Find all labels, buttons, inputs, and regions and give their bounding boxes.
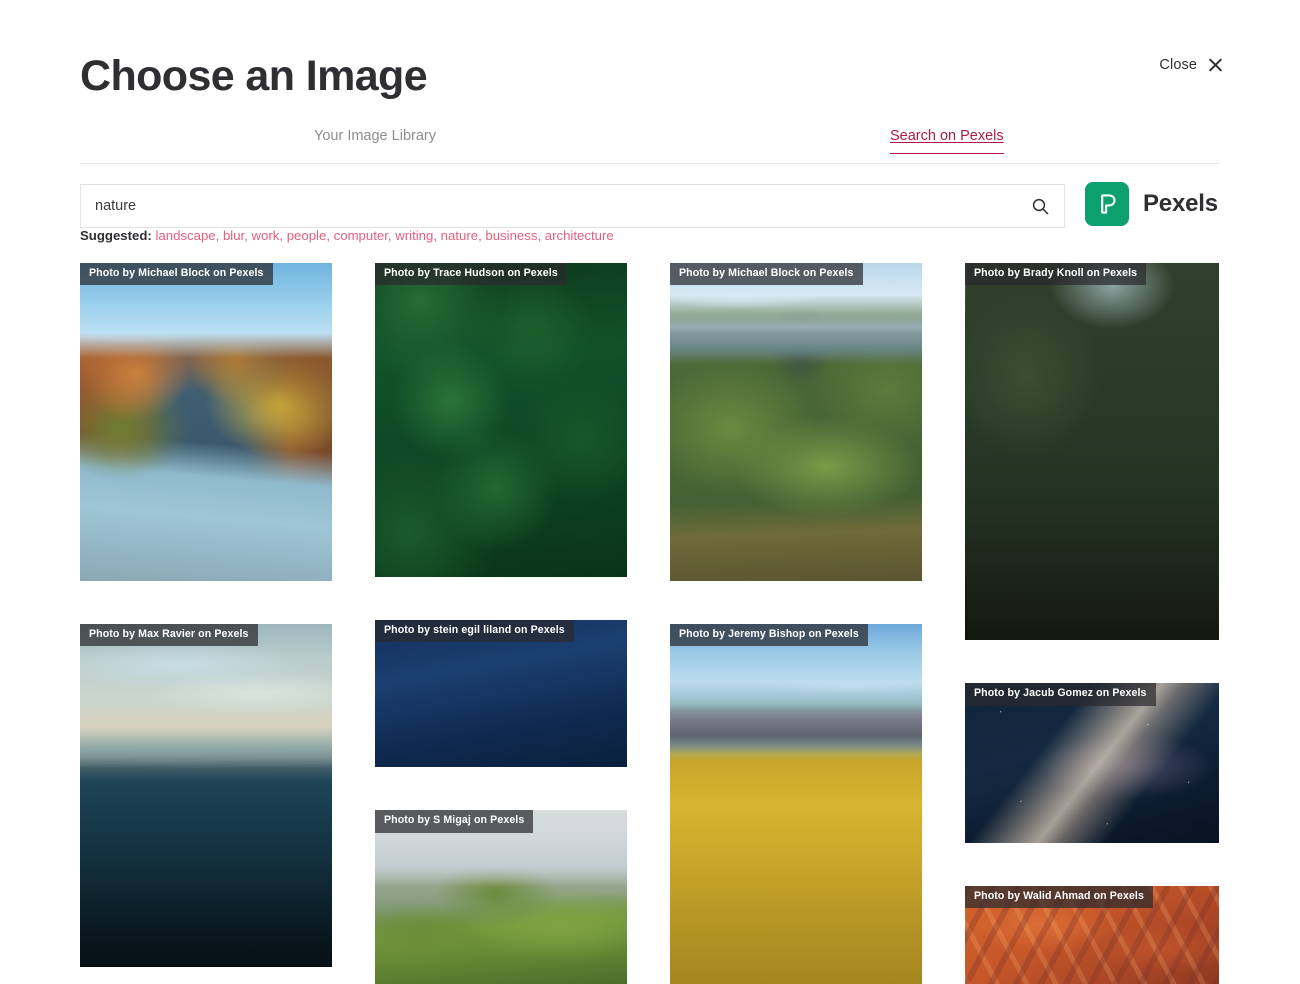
suggested-tag-landscape[interactable]: landscape: [155, 228, 215, 243]
pexels-brand-name: Pexels: [1143, 190, 1218, 217]
photo-credit: Photo by Brady Knoll on Pexels: [965, 263, 1147, 286]
search-row: Pexels: [80, 182, 1220, 230]
photo-thumbnail-forest-road: [375, 263, 627, 577]
suggested-tag-nature[interactable]: nature: [441, 228, 478, 243]
suggested-tag-people[interactable]: people: [287, 228, 327, 243]
photo-result[interactable]: Photo by Max Ravier on Pexels: [80, 624, 332, 967]
search-submit-button[interactable]: [1016, 185, 1064, 227]
suggested-separator: ,: [433, 228, 441, 243]
photo-credit: Photo by Trace Hudson on Pexels: [375, 263, 567, 286]
photo-credit: Photo by Michael Block on Pexels: [670, 263, 863, 286]
photo-credit: Photo by Jacub Gomez on Pexels: [965, 683, 1156, 706]
suggested-separator: ,: [244, 228, 252, 243]
photo-thumbnail-milky-way: [965, 683, 1219, 844]
suggested-tag-architecture[interactable]: architecture: [545, 228, 614, 243]
search-box[interactable]: [80, 184, 1065, 228]
suggested-tag-list: landscape, blur, work, people, computer,…: [155, 228, 613, 243]
photo-result[interactable]: Photo by Michael Block on Pexels: [670, 263, 922, 581]
results-column-1: Photo by Michael Block on Pexels Photo by…: [80, 263, 332, 984]
photo-thumbnail-highland-hiker: [670, 263, 922, 581]
suggested-tag-writing[interactable]: writing: [395, 228, 433, 243]
choose-image-modal: Choose an Image Close Your Image Library…: [0, 0, 1300, 984]
suggested-separator: ,: [537, 228, 545, 243]
photo-result[interactable]: Photo by Walid Ahmad on Pexels: [965, 886, 1219, 984]
photo-thumbnail-ocean-wave: [80, 624, 332, 967]
results-column-3: Photo by Michael Block on Pexels Photo by…: [670, 263, 922, 984]
photo-result[interactable]: Photo by Jeremy Bishop on Pexels: [670, 624, 922, 984]
photo-credit: Photo by Michael Block on Pexels: [80, 263, 273, 286]
photo-thumbnail-canyon-river: [80, 263, 332, 581]
photo-result[interactable]: Photo by Trace Hudson on Pexels: [375, 263, 627, 577]
close-icon: [1207, 56, 1224, 73]
tab-bar: Your Image Library Search on Pexels: [80, 128, 1220, 164]
pexels-brand: Pexels: [1085, 182, 1218, 226]
close-button-label: Close: [1159, 56, 1197, 73]
photo-result[interactable]: Photo by Jacub Gomez on Pexels: [965, 683, 1219, 844]
search-input[interactable]: [81, 185, 1016, 227]
suggested-tag-business[interactable]: business: [485, 228, 537, 243]
close-button[interactable]: Close: [1159, 56, 1224, 73]
suggested-tags: Suggested: landscape, blur, work, people…: [80, 228, 614, 243]
photo-result[interactable]: Photo by Michael Block on Pexels: [80, 263, 332, 581]
photo-credit: Photo by stein egil liland on Pexels: [375, 619, 574, 642]
photo-credit: Photo by S Migaj on Pexels: [375, 810, 534, 833]
photo-credit: Photo by Walid Ahmad on Pexels: [965, 886, 1153, 909]
search-icon: [1032, 198, 1049, 215]
photo-result[interactable]: Photo by S Migaj on Pexels: [375, 810, 627, 984]
pexels-logo-icon: [1085, 182, 1129, 226]
suggested-tag-blur[interactable]: blur: [223, 228, 244, 243]
photo-result[interactable]: Photo by Brady Knoll on Pexels: [965, 263, 1219, 641]
photo-result[interactable]: Photo by stein egil liland on Pexels: [375, 619, 627, 768]
suggested-tag-work[interactable]: work: [252, 228, 280, 243]
photo-credit: Photo by Max Ravier on Pexels: [80, 624, 258, 647]
photo-thumbnail-tall-forest: [965, 263, 1219, 641]
suggested-separator: ,: [326, 228, 334, 243]
suggested-separator: ,: [215, 228, 223, 243]
photo-thumbnail-golden-river-valley: [670, 624, 922, 984]
page-title: Choose an Image: [80, 52, 428, 100]
results-column-2: Photo by Trace Hudson on Pexels Photo by …: [375, 263, 627, 984]
photo-credit: Photo by Jeremy Bishop on Pexels: [670, 624, 868, 647]
tab-your-image-library[interactable]: Your Image Library: [314, 128, 436, 153]
results-grid: Photo by Michael Block on Pexels Photo by…: [80, 263, 1220, 984]
photo-thumbnail-green-hills: [375, 810, 627, 984]
suggested-separator: ,: [279, 228, 287, 243]
suggested-label: Suggested:: [80, 228, 152, 243]
suggested-tag-computer[interactable]: computer: [334, 228, 388, 243]
tab-search-on-pexels[interactable]: Search on Pexels: [890, 128, 1004, 154]
results-column-4: Photo by Brady Knoll on Pexels Photo by J…: [965, 263, 1219, 984]
